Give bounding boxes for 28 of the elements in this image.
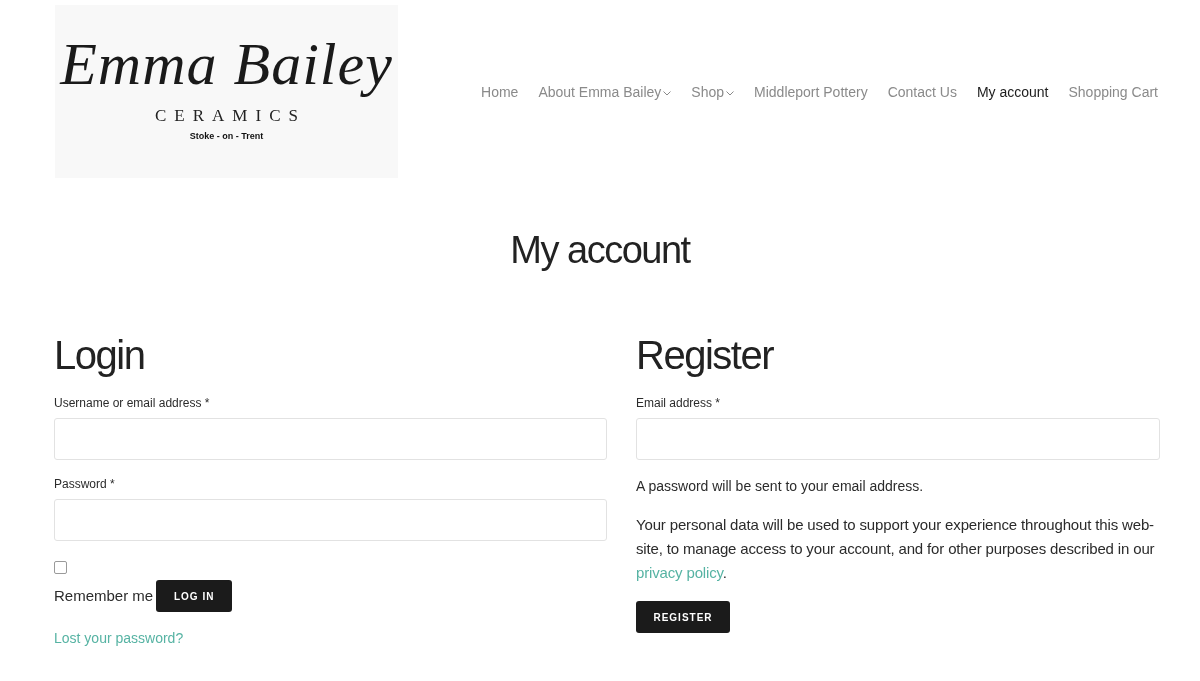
nav-link[interactable]: My account (976, 83, 1049, 100)
nav-link[interactable]: Shopping Cart (1068, 83, 1158, 100)
register-button[interactable]: REGISTER (636, 601, 730, 633)
logo-tagline: CERAMICS (155, 105, 306, 127)
logo-script-text: Emma Bailey (60, 30, 393, 99)
remember-label: Remember me (54, 586, 154, 606)
input-field[interactable] (636, 418, 1160, 460)
register-heading: Register (636, 332, 773, 379)
remember-checkbox[interactable] (54, 561, 67, 574)
nav-link[interactable]: Shop (691, 83, 735, 100)
logo[interactable]: Emma Bailey CERAMICS Stoke - on - Trent (55, 5, 398, 178)
login-button[interactable]: LOG IN (156, 580, 233, 612)
logo-place-text: Stoke - on - Trent (189, 130, 264, 143)
nav-link[interactable]: Middleport Pottery (754, 83, 868, 100)
nav-link[interactable]: Home (481, 83, 519, 100)
nav-link[interactable]: Contact Us (887, 83, 957, 100)
field-label: Username or email address * (54, 395, 210, 412)
lost-password-link[interactable]: Lost your password? (54, 628, 184, 648)
input-field[interactable] (54, 418, 607, 460)
login-heading: Login (54, 332, 145, 379)
privacy-policy-link[interactable]: privacy policy (636, 564, 723, 581)
input-field[interactable] (54, 499, 607, 541)
privacy-text: Your personal data will be used to support your experience throughout this web-site, to manage access to your account, and for other purposes described in our privacy policy. (636, 515, 1156, 583)
page-title: My account (509, 228, 692, 273)
password-note: A password will be sent to your email address. (636, 477, 924, 496)
field-label: Password * (54, 476, 115, 493)
field-label: Email address * (636, 395, 721, 412)
nav-link[interactable]: About Emma Bailey (538, 83, 672, 100)
